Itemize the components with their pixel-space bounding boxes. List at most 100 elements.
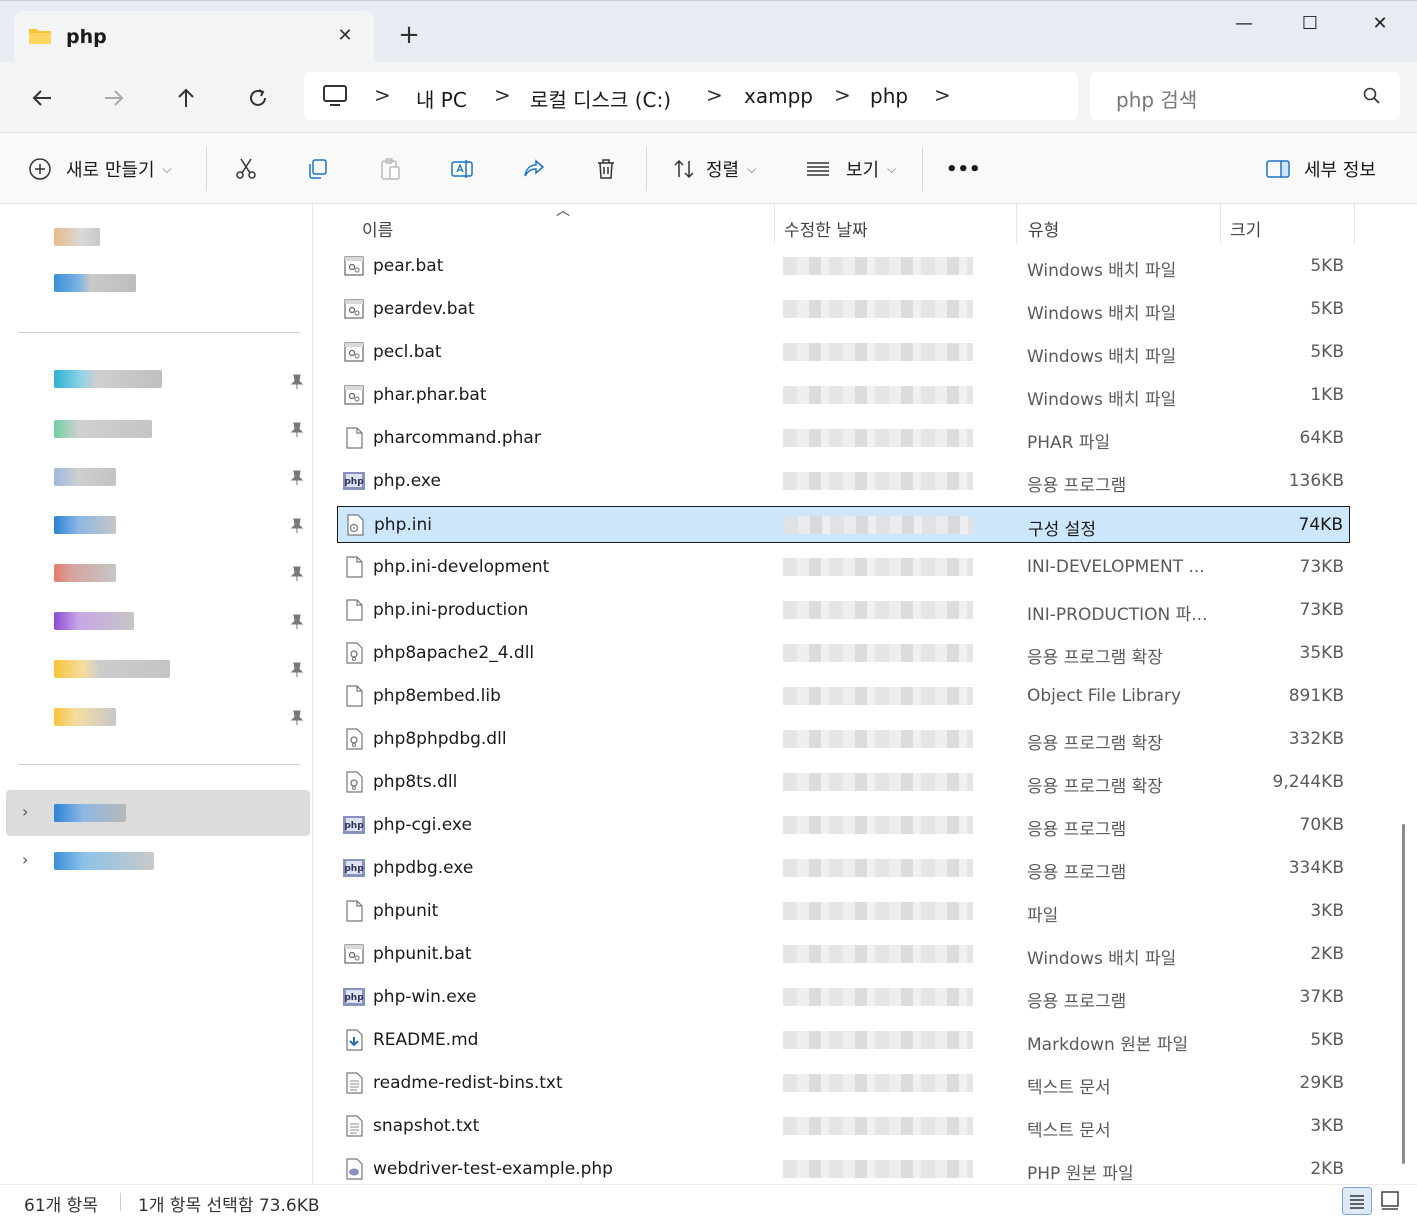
file-row[interactable]: php8ts.dll 응용 프로그램 확장 9,244KB [337, 764, 1350, 801]
file-row[interactable]: peardev.bat Windows 배치 파일 5KB [337, 291, 1350, 328]
quick-access-item[interactable] [54, 516, 116, 534]
minimize-button[interactable]: — [1214, 9, 1274, 39]
paste-button[interactable] [378, 155, 402, 183]
quick-access-item[interactable] [54, 612, 134, 630]
file-row[interactable]: php8phpdbg.dll 응용 프로그램 확장 332KB [337, 721, 1350, 758]
sort-button[interactable]: 정렬 ⌵ [672, 155, 756, 183]
back-button[interactable] [22, 78, 62, 118]
file-row[interactable]: webdriver-test-example.php PHP 원본 파일 2KB [337, 1151, 1350, 1188]
file-type: Object File Library [1027, 686, 1182, 706]
cut-button[interactable] [234, 155, 258, 183]
file-row[interactable]: php8apache2_4.dll 응용 프로그램 확장 35KB [337, 635, 1350, 672]
file-row[interactable]: php php.exe 응용 프로그램 136KB [337, 463, 1350, 500]
close-window-button[interactable]: ✕ [1350, 9, 1410, 39]
file-row[interactable]: pharcommand.phar PHAR 파일 64KB [337, 420, 1350, 457]
file-row[interactable]: phpunit.bat Windows 배치 파일 2KB [337, 936, 1350, 973]
nav-item-redacted[interactable] [54, 804, 126, 822]
column-header-size[interactable]: 크기 [1230, 216, 1261, 241]
details-view-button[interactable] [1342, 1187, 1372, 1215]
details-pane-button[interactable]: 세부 정보 [1266, 155, 1376, 183]
file-row[interactable]: snapshot.txt 텍스트 문서 3KB [337, 1108, 1350, 1145]
file-size: 35KB [1299, 643, 1344, 663]
new-label: 새로 만들기 [66, 160, 155, 181]
copy-button[interactable] [306, 155, 330, 183]
chevron-right-icon[interactable]: › [22, 802, 28, 821]
search-box[interactable]: php 검색 [1090, 72, 1400, 120]
file-type: 응용 프로그램 확장 [1027, 777, 1163, 797]
file-name: pecl.bat [373, 342, 442, 362]
quick-access-item[interactable] [54, 564, 116, 582]
divider [922, 147, 923, 191]
file-date-redacted [783, 1031, 973, 1049]
file-size: 3KB [1310, 1116, 1344, 1136]
file-name: php.ini [374, 515, 432, 535]
pin-icon [290, 662, 304, 677]
quick-access-item[interactable] [54, 420, 152, 438]
breadcrumb-my-pc[interactable]: 내 PC [416, 84, 467, 113]
file-row[interactable]: phar.phar.bat Windows 배치 파일 1KB [337, 377, 1350, 414]
file-row[interactable]: readme-redist-bins.txt 텍스트 문서 29KB [337, 1065, 1350, 1102]
column-header-name[interactable]: 이름 [362, 216, 393, 241]
maximize-button[interactable]: ☐ [1280, 9, 1340, 39]
close-tab-icon[interactable]: ✕ [332, 23, 358, 49]
php-exe-icon: php [343, 859, 365, 877]
view-button[interactable]: 보기 ⌵ [806, 155, 896, 183]
new-tab-button[interactable]: + [394, 21, 424, 51]
large-icons-view-button[interactable] [1376, 1187, 1406, 1215]
breadcrumb-php[interactable]: php [870, 84, 908, 108]
rename-button[interactable] [450, 155, 474, 183]
pin-icon [290, 422, 304, 437]
file-row[interactable]: php8embed.lib Object File Library 891KB [337, 678, 1350, 715]
file-date-redacted [783, 644, 973, 662]
file-size: 2KB [1310, 944, 1344, 964]
refresh-button[interactable] [238, 78, 278, 118]
scrollbar-thumb[interactable] [1402, 824, 1405, 1164]
file-type: 응용 프로그램 [1027, 863, 1127, 883]
file-row[interactable]: php.ini-production INI-PRODUCTION 파... 73K… [337, 592, 1350, 629]
breadcrumb-xampp[interactable]: xampp [744, 84, 813, 108]
column-divider[interactable] [774, 204, 775, 244]
more-options-button[interactable]: ••• [946, 155, 981, 183]
file-name: php8phpdbg.dll [373, 729, 507, 749]
column-header-date[interactable]: 수정한 날짜 [784, 216, 868, 241]
vertical-scrollbar[interactable] [1390, 204, 1417, 1184]
column-divider[interactable] [1220, 204, 1221, 244]
new-button[interactable]: 새로 만들기 ⌵ [28, 155, 172, 183]
address-row: > 내 PC > 로컬 디스크 (C:) > xampp > php > php… [0, 62, 1417, 132]
column-header-type[interactable]: 유형 [1028, 216, 1059, 241]
file-row[interactable]: README.md Markdown 원본 파일 5KB [337, 1022, 1350, 1059]
file-row[interactable]: php phpdbg.exe 응용 프로그램 334KB [337, 850, 1350, 887]
breadcrumb-local-disk[interactable]: 로컬 디스크 (C:) [530, 84, 671, 113]
quick-access-item[interactable] [54, 468, 116, 486]
file-row[interactable]: pecl.bat Windows 배치 파일 5KB [337, 334, 1350, 371]
file-name: php-cgi.exe [373, 815, 472, 835]
file-row[interactable]: php php-cgi.exe 응용 프로그램 70KB [337, 807, 1350, 844]
up-button[interactable] [166, 78, 206, 118]
file-row[interactable]: pear.bat Windows 배치 파일 5KB [337, 248, 1350, 285]
file-row[interactable]: phpunit 파일 3KB [337, 893, 1350, 930]
file-row-selected[interactable]: php.ini 구성 설정 74KB [337, 506, 1350, 543]
nav-item-selected[interactable] [6, 790, 310, 836]
file-row[interactable]: php.ini-development INI-DEVELOPMENT ... 73… [337, 549, 1350, 586]
file-date-redacted [783, 1160, 973, 1178]
address-bar[interactable]: > 내 PC > 로컬 디스크 (C:) > xampp > php > [304, 72, 1078, 120]
nav-item-redacted[interactable] [54, 228, 100, 246]
nav-item-redacted[interactable] [54, 852, 154, 870]
share-button[interactable] [522, 155, 546, 183]
tab-php[interactable]: php ✕ [14, 11, 374, 63]
column-divider[interactable] [1016, 204, 1017, 244]
svg-text:php: php [344, 993, 364, 1003]
file-date-redacted [783, 558, 973, 576]
chevron-right-icon[interactable]: › [22, 850, 28, 869]
quick-access-item[interactable] [54, 660, 170, 678]
file-row[interactable]: php php-win.exe 응용 프로그램 37KB [337, 979, 1350, 1016]
column-divider[interactable] [1354, 204, 1355, 244]
forward-button[interactable] [94, 78, 134, 118]
file-date-redacted [783, 343, 973, 361]
nav-item-redacted[interactable] [54, 274, 136, 292]
file-type: 응용 프로그램 확장 [1027, 734, 1163, 754]
quick-access-item[interactable] [54, 708, 116, 726]
settings-file-icon [347, 514, 364, 536]
quick-access-item[interactable] [54, 370, 162, 388]
delete-button[interactable] [594, 155, 618, 183]
